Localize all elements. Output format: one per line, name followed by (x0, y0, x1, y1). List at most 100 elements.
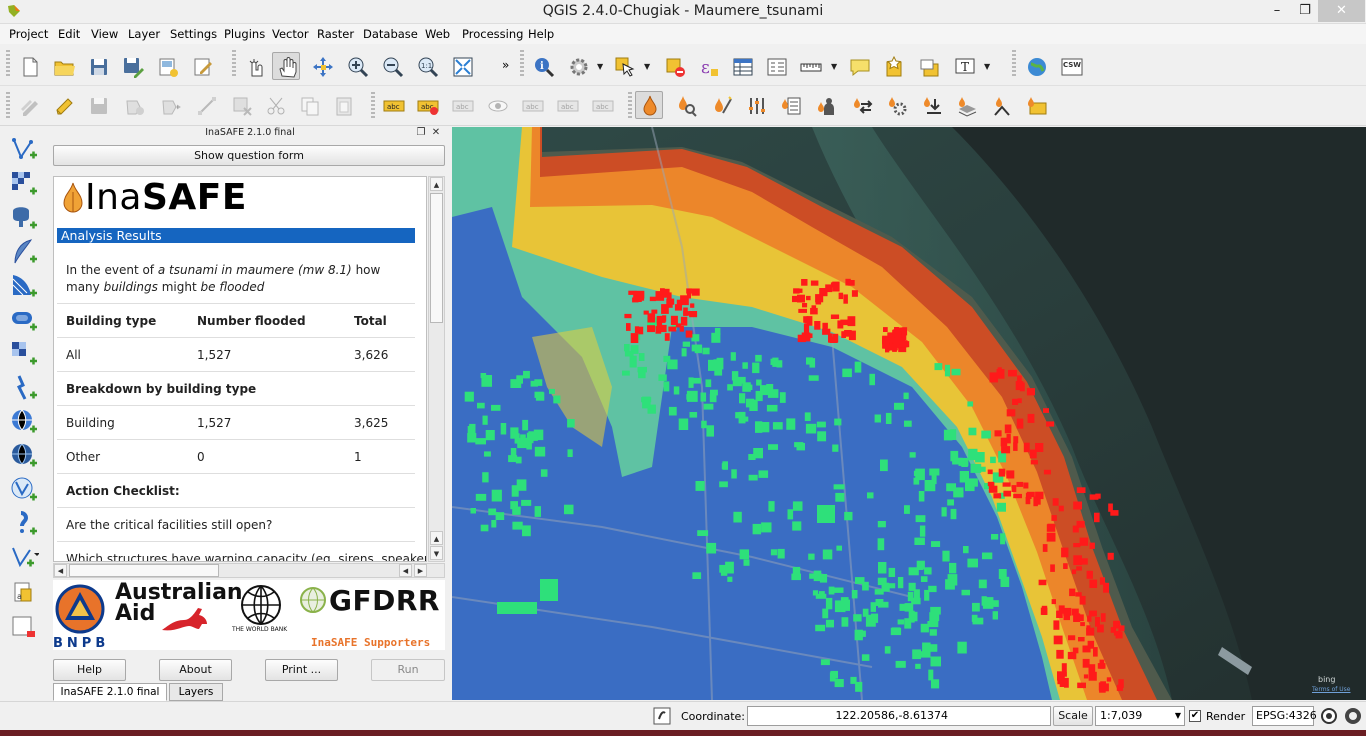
add-oracle-layer-icon[interactable] (9, 305, 39, 335)
minimize-button[interactable]: – (1262, 0, 1292, 22)
add-wfs-layer-icon[interactable] (9, 407, 39, 437)
new-bookmark-icon[interactable] (880, 52, 908, 80)
render-checkbox[interactable]: ✔ (1189, 710, 1201, 722)
inasafe-minimum-needs-icon[interactable] (812, 91, 840, 119)
openlayers-icon[interactable] (1022, 52, 1050, 80)
label-tool-icon[interactable]: abc (379, 91, 407, 119)
inasafe-wizard-icon[interactable] (707, 91, 735, 119)
add-csv-layer-icon[interactable]: a (9, 579, 39, 609)
toggle-extents-icon[interactable] (653, 707, 671, 725)
new-project-icon[interactable] (15, 52, 43, 80)
identify-icon[interactable]: i (529, 52, 557, 80)
zoom-out-icon[interactable] (378, 52, 406, 80)
zoom-in-icon[interactable] (343, 52, 371, 80)
scroll-right-arrow-icon[interactable]: ▶ (414, 564, 427, 577)
toolbar-grip[interactable] (6, 50, 10, 78)
add-spatialite-layer-icon[interactable] (9, 237, 39, 267)
remove-layer-icon[interactable] (9, 613, 39, 643)
results-horizontal-scrollbar[interactable]: ◀ ◀ ▶ (53, 563, 445, 578)
inasafe-analysis-extent-icon[interactable] (1022, 91, 1050, 119)
add-vector-layer-icon[interactable] (9, 135, 39, 165)
tab-inasafe[interactable]: InaSAFE 2.1.0 final (53, 683, 167, 701)
scroll-thumb[interactable] (69, 564, 219, 577)
node-tool-icon[interactable] (192, 91, 220, 119)
label-pin-icon[interactable]: abc (448, 91, 476, 119)
inasafe-import-dialog-icon[interactable] (987, 91, 1015, 119)
menu-raster[interactable]: Raster (317, 27, 354, 41)
select-dropdown-icon[interactable]: ▼ (644, 62, 652, 71)
messages-icon[interactable] (1344, 707, 1362, 725)
run-action-dropdown-icon[interactable]: ▼ (597, 62, 605, 71)
inasafe-save-scenario-icon[interactable] (917, 91, 945, 119)
menu-plugins[interactable]: Plugins (224, 27, 265, 41)
toolbar-grip[interactable] (520, 50, 524, 78)
close-button[interactable]: ✕ (1318, 0, 1365, 22)
measure-dropdown-icon[interactable]: ▼ (831, 62, 839, 71)
move-feature-icon[interactable] (156, 91, 184, 119)
results-vertical-scrollbar[interactable]: ▲ ▲ ▼ (428, 176, 445, 562)
touch-zoom-icon[interactable] (240, 52, 268, 80)
label-move-icon[interactable]: abc (518, 91, 546, 119)
scale-combobox[interactable]: 1:7,039 ▼ (1095, 706, 1185, 726)
cut-features-icon[interactable] (261, 91, 289, 119)
csw-icon[interactable]: CSW (1057, 52, 1085, 80)
toolbar-grip[interactable] (1012, 50, 1016, 78)
add-raster-layer-icon[interactable] (9, 169, 39, 199)
menu-help[interactable]: Help (528, 27, 554, 41)
new-shapefile-icon[interactable] (9, 475, 39, 505)
attribute-table-icon[interactable] (728, 52, 756, 80)
about-button[interactable]: About (159, 659, 232, 681)
crs-globe-icon[interactable] (1320, 707, 1338, 725)
dock-float-button[interactable]: ❐ (415, 127, 427, 139)
scroll-up-arrow-icon[interactable]: ▲ (430, 177, 443, 191)
toolbar-grip[interactable] (371, 92, 375, 120)
restore-button[interactable]: ❐ (1290, 0, 1320, 22)
run-action-icon[interactable] (564, 52, 592, 80)
measure-icon[interactable] (796, 52, 824, 80)
save-edits-icon[interactable] (84, 91, 112, 119)
inasafe-impact-icon[interactable] (777, 91, 805, 119)
scroll-right-arrow-icon[interactable]: ◀ (399, 564, 412, 577)
scroll-down-arrow-icon[interactable]: ▲ (430, 531, 443, 545)
text-annotation-icon[interactable]: T (950, 52, 978, 80)
label-change-icon[interactable]: abc (588, 91, 616, 119)
composer-manager-icon[interactable] (188, 52, 216, 80)
help-button[interactable]: Help (53, 659, 126, 681)
crs-status[interactable]: EPSG:4326 (1252, 706, 1317, 726)
menu-database[interactable]: Database (363, 27, 418, 41)
delete-selected-icon[interactable] (227, 91, 255, 119)
menu-edit[interactable]: Edit (58, 27, 80, 41)
toolbar-overflow[interactable]: » (502, 58, 509, 72)
print-button[interactable]: Print ... (265, 659, 338, 681)
inasafe-batch-icon[interactable] (882, 91, 910, 119)
open-project-icon[interactable] (49, 52, 77, 80)
menu-web[interactable]: Web (425, 27, 450, 41)
run-button[interactable]: Run (371, 659, 445, 681)
menu-processing[interactable]: Processing (462, 27, 523, 41)
add-delimited-text-icon[interactable] (9, 441, 39, 471)
pan-to-selection-icon[interactable] (308, 52, 336, 80)
new-spatialite-icon[interactable] (9, 509, 39, 539)
show-question-form-button[interactable]: Show question form (53, 145, 445, 166)
inasafe-dock-icon[interactable] (635, 91, 663, 119)
label-highlight-icon[interactable]: abc (413, 91, 441, 119)
scroll-down-arrow-icon[interactable]: ▼ (430, 546, 443, 560)
field-calculator-icon[interactable]: ε (694, 52, 722, 80)
current-edits-icon[interactable] (15, 91, 43, 119)
select-features-icon[interactable] (610, 52, 638, 80)
new-temporary-layer-icon[interactable] (9, 543, 40, 573)
menu-project[interactable]: Project (9, 27, 48, 41)
tab-layers[interactable]: Layers (169, 683, 223, 701)
menu-settings[interactable]: Settings (170, 27, 217, 41)
copy-features-icon[interactable] (295, 91, 323, 119)
show-bookmarks-icon[interactable] (915, 52, 943, 80)
inasafe-options-icon[interactable] (742, 91, 770, 119)
add-mssql-layer-icon[interactable] (9, 271, 39, 301)
deselect-icon[interactable] (660, 52, 688, 80)
map-svg[interactable] (452, 127, 1366, 700)
toolbar-grip[interactable] (6, 92, 10, 120)
save-as-icon[interactable] (118, 52, 146, 80)
add-wms-layer-icon[interactable] (9, 339, 39, 369)
inasafe-osm-download-icon[interactable] (952, 91, 980, 119)
toolbar-grip[interactable] (628, 92, 632, 120)
